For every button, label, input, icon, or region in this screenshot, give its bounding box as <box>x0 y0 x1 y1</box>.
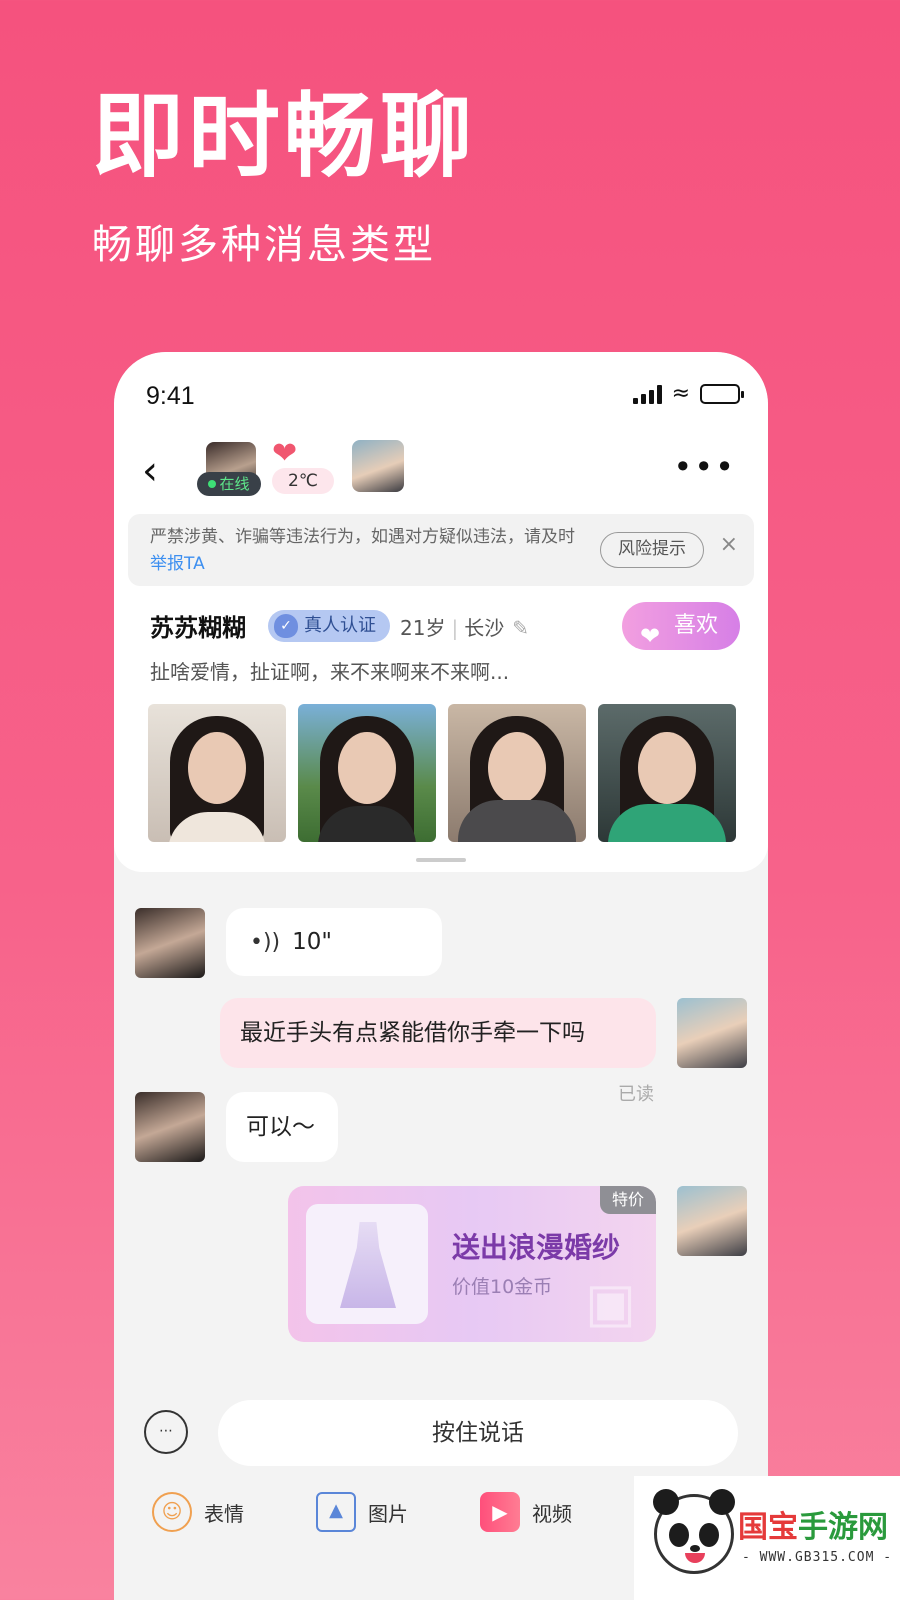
gallery-photo[interactable] <box>598 704 736 842</box>
my-message-avatar[interactable] <box>677 998 747 1068</box>
read-status: 已读 <box>618 1084 654 1105</box>
warning-text: 严禁涉黄、诈骗等违法行为，如遇对方疑似违法，请及时举报TA <box>150 524 590 578</box>
emoji-icon: ☺ <box>152 1492 192 1532</box>
gallery-photo[interactable] <box>148 704 286 842</box>
image-icon: ▲ <box>316 1492 356 1532</box>
incoming-text-message[interactable]: 可以～ <box>226 1092 338 1162</box>
video-icon: ▶ <box>480 1492 520 1532</box>
status-icons: ≈ <box>632 381 744 406</box>
warning-message: 严禁涉黄、诈骗等违法行为，如遇对方疑似违法，请及时 <box>150 527 575 547</box>
info-divider: | <box>451 616 459 640</box>
profile-age: 21岁 <box>400 616 446 640</box>
battery-icon <box>700 384 744 404</box>
hold-to-talk-button[interactable]: 按住说话 <box>218 1400 738 1466</box>
status-time: 9:41 <box>146 382 195 410</box>
gallery-photo[interactable] <box>298 704 436 842</box>
image-tool[interactable]: ▲ 图片 <box>316 1492 408 1532</box>
verify-label: 真人认证 <box>304 615 376 636</box>
profile-city: 长沙 <box>464 616 505 640</box>
report-link[interactable]: 举报TA <box>150 554 205 574</box>
sale-badge: 特价 <box>600 1186 656 1214</box>
more-icon[interactable]: ••• <box>673 448 736 486</box>
watermark: 国宝手游网 - WWW.GB315.COM - <box>634 1476 900 1600</box>
partner-message-avatar[interactable] <box>135 908 205 978</box>
heart-icon: ❤ <box>272 436 298 471</box>
profile-info: 21岁 | 长沙 ✎ <box>400 612 529 641</box>
gift-box-icon: ▣ <box>584 1271 636 1334</box>
watermark-url: - WWW.GB315.COM - <box>742 1550 893 1565</box>
like-button[interactable]: ❤ 喜欢 <box>622 602 740 650</box>
drag-handle[interactable] <box>416 858 466 862</box>
signal-icon <box>632 384 662 404</box>
watermark-name: 国宝手游网 <box>738 1510 888 1545</box>
phone-screen: 9:41 ≈ ‹ 在线 ❤ 2℃ ••• 严禁涉黄、诈骗等违法行为，如遇对方疑似… <box>114 352 768 1600</box>
risk-tip-button[interactable]: 风险提示 <box>600 532 704 568</box>
wedding-dress-image <box>306 1204 428 1324</box>
my-message-avatar[interactable] <box>677 1186 747 1256</box>
edit-icon[interactable]: ✎ <box>512 616 529 640</box>
photo-gallery <box>148 704 736 842</box>
heart-plus-icon: ❤ <box>640 622 661 650</box>
hero-subtitle: 畅聊多种消息类型 <box>92 222 436 268</box>
profile-signature: 扯啥爱情，扯证啊，来不来啊来不来啊... <box>150 660 510 684</box>
shield-icon: ✓ <box>274 614 298 638</box>
gift-title: 送出浪漫婚纱 <box>452 1231 621 1264</box>
image-label: 图片 <box>368 1501 408 1526</box>
safety-warning: 严禁涉黄、诈骗等违法行为，如遇对方疑似违法，请及时举报TA 风险提示 × <box>128 514 754 586</box>
emoji-label: 表情 <box>204 1501 244 1526</box>
partner-message-avatar[interactable] <box>135 1092 205 1162</box>
voice-duration: 10" <box>292 929 333 955</box>
emoji-tool[interactable]: ☺ 表情 <box>152 1492 244 1532</box>
voice-message[interactable]: •)) 10" <box>226 908 442 976</box>
online-dot-icon <box>208 480 217 488</box>
outgoing-text-message[interactable]: 最近手头有点紧能借你手牵一下吗 <box>220 998 656 1068</box>
gallery-photo[interactable] <box>448 704 586 842</box>
close-icon[interactable]: × <box>720 532 738 557</box>
hero-title: 即时畅聊 <box>92 83 477 190</box>
panda-logo-icon <box>653 1489 735 1574</box>
my-avatar[interactable] <box>352 440 404 492</box>
video-tool[interactable]: ▶ 视频 <box>480 1492 572 1532</box>
online-badge: 在线 <box>197 472 261 496</box>
video-label: 视频 <box>532 1501 572 1526</box>
gift-price: 价值10金币 <box>452 1276 553 1298</box>
back-icon[interactable]: ‹ <box>142 448 158 494</box>
gift-card[interactable]: 送出浪漫婚纱 价值10金币 特价 ▣ <box>288 1186 656 1342</box>
like-label: 喜欢 <box>674 613 719 638</box>
verify-badge: ✓ 真人认证 <box>268 610 390 642</box>
chat-nav: ‹ 在线 ❤ 2℃ ••• <box>114 434 768 506</box>
online-label: 在线 <box>219 475 250 493</box>
chat-header-panel: 9:41 ≈ ‹ 在线 ❤ 2℃ ••• 严禁涉黄、诈骗等违法行为，如遇对方疑似… <box>114 352 768 872</box>
keyboard-icon[interactable]: ⋯ <box>144 1410 188 1454</box>
intimacy-temperature[interactable]: 2℃ <box>272 468 334 494</box>
voice-wave-icon: •)) <box>250 930 281 955</box>
wifi-icon: ≈ <box>671 381 690 406</box>
profile-name: 苏苏糊糊 <box>150 614 246 642</box>
